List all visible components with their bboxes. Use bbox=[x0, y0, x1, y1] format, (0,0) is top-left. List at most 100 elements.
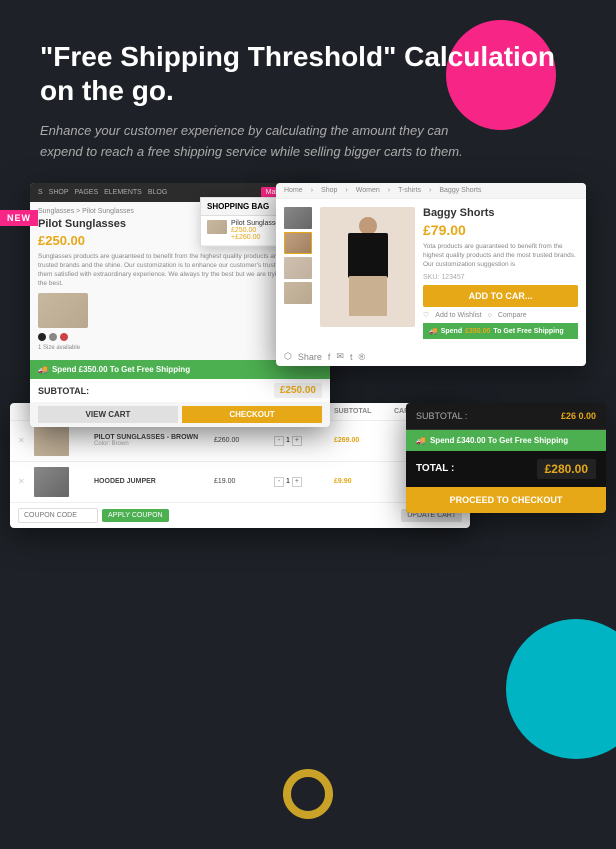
right-product-price: £79.00 bbox=[423, 222, 578, 238]
bag-item-price2: +£260.00 bbox=[231, 234, 283, 241]
nav-shop[interactable]: Shop bbox=[321, 187, 337, 194]
thumb-2[interactable] bbox=[284, 232, 312, 254]
cart-qty-1: - 1 + bbox=[274, 436, 334, 446]
right-product-info: Baggy Shorts £79.00 Yota products are gu… bbox=[423, 207, 578, 339]
cart-product-name-2: HOODED JUMPER bbox=[94, 478, 214, 485]
page-description: Enhance your customer experience by calc… bbox=[40, 121, 470, 163]
cart-product-details-1: PILOT SUNGLASSES - BROWN Color: Brown bbox=[94, 434, 214, 447]
radio-icon: ○ bbox=[488, 312, 492, 319]
share-label: Share bbox=[298, 352, 322, 362]
subtotal-label: SUBTOTAL: bbox=[38, 386, 89, 396]
truck-icon: 🚚 bbox=[38, 365, 48, 374]
truck-icon-right: 🚚 bbox=[429, 327, 438, 335]
product-main-image bbox=[38, 293, 88, 328]
thumb-1[interactable] bbox=[284, 207, 312, 229]
truck-icon-bottom: 🚚 bbox=[416, 436, 426, 445]
compare-label[interactable]: Compare bbox=[498, 312, 527, 319]
checkout-button[interactable]: CHECKOUT bbox=[182, 406, 322, 423]
col-subtotal: SUBTOTAL bbox=[334, 408, 394, 415]
nav-item-shop[interactable]: SHOP bbox=[49, 189, 69, 196]
cart-action-buttons: VIEW CART CHECKOUT bbox=[30, 402, 330, 427]
cart-qty-2: - 1 + bbox=[274, 477, 334, 487]
color-red[interactable] bbox=[60, 333, 68, 341]
qty-value-2: 1 bbox=[286, 478, 290, 485]
cart-product-image-1 bbox=[34, 426, 69, 456]
ct-subtotal-label: SUBTOTAL : bbox=[416, 411, 467, 421]
decorative-circle-gold bbox=[283, 769, 333, 819]
color-gray[interactable] bbox=[49, 333, 57, 341]
cart-subtotal-2: £9.90 bbox=[334, 478, 394, 485]
qty-decrease-1[interactable]: - bbox=[274, 436, 284, 446]
pinterest-icon[interactable]: ® bbox=[358, 352, 365, 362]
qty-decrease-2[interactable]: - bbox=[274, 477, 284, 487]
nav-arrow3: › bbox=[388, 187, 390, 194]
ct-total-amount: £280.00 bbox=[537, 459, 596, 479]
right-product-desc: Yota products are guaranteed to benefit … bbox=[423, 242, 578, 269]
cart-product-image-2 bbox=[34, 467, 69, 497]
cart-product-details-2: HOODED JUMPER bbox=[94, 478, 214, 485]
twitter-icon[interactable]: t bbox=[350, 352, 353, 362]
cart-price-1: £260.00 bbox=[214, 437, 274, 444]
nav-home[interactable]: Home bbox=[284, 187, 303, 194]
remove-icon-2[interactable]: ✕ bbox=[18, 477, 34, 486]
nav-arrow: › bbox=[311, 187, 313, 194]
cart-totals-free-ship-bar: 🚚 Spend £340.00 To Get Free Shipping bbox=[406, 430, 606, 451]
subtotal-row: SUBTOTAL: £250.00 bbox=[30, 379, 330, 402]
nav-women[interactable]: Women bbox=[356, 187, 380, 194]
ct-free-ship-text: Spend £340.00 To Get Free Shipping bbox=[430, 436, 568, 445]
facebook-icon[interactable]: f bbox=[328, 352, 331, 362]
ct-total-label: TOTAL : bbox=[416, 463, 454, 474]
subtotal-amount: £250.00 bbox=[274, 383, 322, 398]
right-product-title: Baggy Shorts bbox=[423, 207, 578, 219]
nav-item-blog[interactable]: BLOG bbox=[148, 189, 167, 196]
ship-prefix: Spend bbox=[441, 328, 462, 335]
person-body bbox=[348, 233, 388, 278]
product-images-column bbox=[284, 207, 312, 339]
email-icon[interactable]: ✉ bbox=[336, 351, 344, 362]
cart-totals-total-row: TOTAL : £280.00 bbox=[406, 451, 606, 487]
cart-totals-box: SUBTOTAL : £26 0.00 🚚 Spend £340.00 To G… bbox=[406, 403, 606, 513]
ship-amount: £350.00 bbox=[465, 328, 490, 335]
nav-item-s[interactable]: S bbox=[38, 189, 43, 196]
free-ship-text: Spend £350.00 To Get Free Shipping bbox=[52, 365, 190, 374]
cart-totals-subtotal-row: SUBTOTAL : £26 0.00 bbox=[406, 403, 606, 430]
person-pants bbox=[349, 276, 387, 316]
nav-baggy[interactable]: Baggy Shorts bbox=[439, 187, 481, 194]
bag-item-name: Pilot Sunglasses bbox=[231, 220, 283, 227]
ct-subtotal-amount: £26 0.00 bbox=[561, 411, 596, 421]
qty-increase-1[interactable]: + bbox=[292, 436, 302, 446]
cart-product-name-1: PILOT SUNGLASSES - BROWN bbox=[94, 434, 214, 441]
nav-item-pages[interactable]: PAGES bbox=[75, 189, 99, 196]
qty-increase-2[interactable]: + bbox=[292, 477, 302, 487]
product-main-image-right bbox=[320, 207, 415, 327]
nav-arrow4: › bbox=[429, 187, 431, 194]
bag-item-info: Pilot Sunglasses £250.00 +£260.00 bbox=[231, 220, 283, 241]
nav-tshirts[interactable]: T-shirts bbox=[398, 187, 421, 194]
thumb-4[interactable] bbox=[284, 282, 312, 304]
bag-item-price1: £250.00 bbox=[231, 227, 283, 234]
heart-icon: ♡ bbox=[423, 311, 429, 319]
right-nav: Home › Shop › Women › T-shirts › Baggy S… bbox=[276, 183, 586, 199]
cart-subtotal-1: £269.00 bbox=[334, 437, 394, 444]
new-badge: NEW bbox=[0, 210, 38, 226]
nav-arrow2: › bbox=[345, 187, 347, 194]
product-sku: SKU: 123457 bbox=[423, 274, 578, 281]
add-to-cart-button[interactable]: ADD TO CAR... bbox=[423, 285, 578, 307]
nav-item-elements[interactable]: ELEMENTS bbox=[104, 189, 142, 196]
color-black[interactable] bbox=[38, 333, 46, 341]
proceed-to-checkout-button[interactable]: PROCEED TO CHECKOUT bbox=[406, 487, 606, 513]
free-shipping-bar-right: 🚚 Spend £350.00 To Get Free Shipping bbox=[423, 323, 578, 339]
wishlist-label[interactable]: Add to Wishlist bbox=[435, 312, 481, 319]
coupon-input[interactable] bbox=[18, 508, 98, 523]
bag-item-image bbox=[207, 220, 227, 234]
thumb-3[interactable] bbox=[284, 257, 312, 279]
share-icon: ⬡ bbox=[284, 351, 292, 362]
apply-coupon-button[interactable]: APPLY COUPON bbox=[102, 509, 169, 522]
qty-value-1: 1 bbox=[286, 437, 290, 444]
header-section: "Free Shipping Threshold" Calculation on… bbox=[0, 0, 616, 183]
cart-product-variant-1: Color: Brown bbox=[94, 441, 214, 447]
page-title: "Free Shipping Threshold" Calculation on… bbox=[40, 40, 576, 107]
bag-title: SHOPPING BAG bbox=[207, 202, 269, 211]
remove-icon-1[interactable]: ✕ bbox=[18, 436, 34, 445]
view-cart-button[interactable]: VIEW CART bbox=[38, 406, 178, 423]
